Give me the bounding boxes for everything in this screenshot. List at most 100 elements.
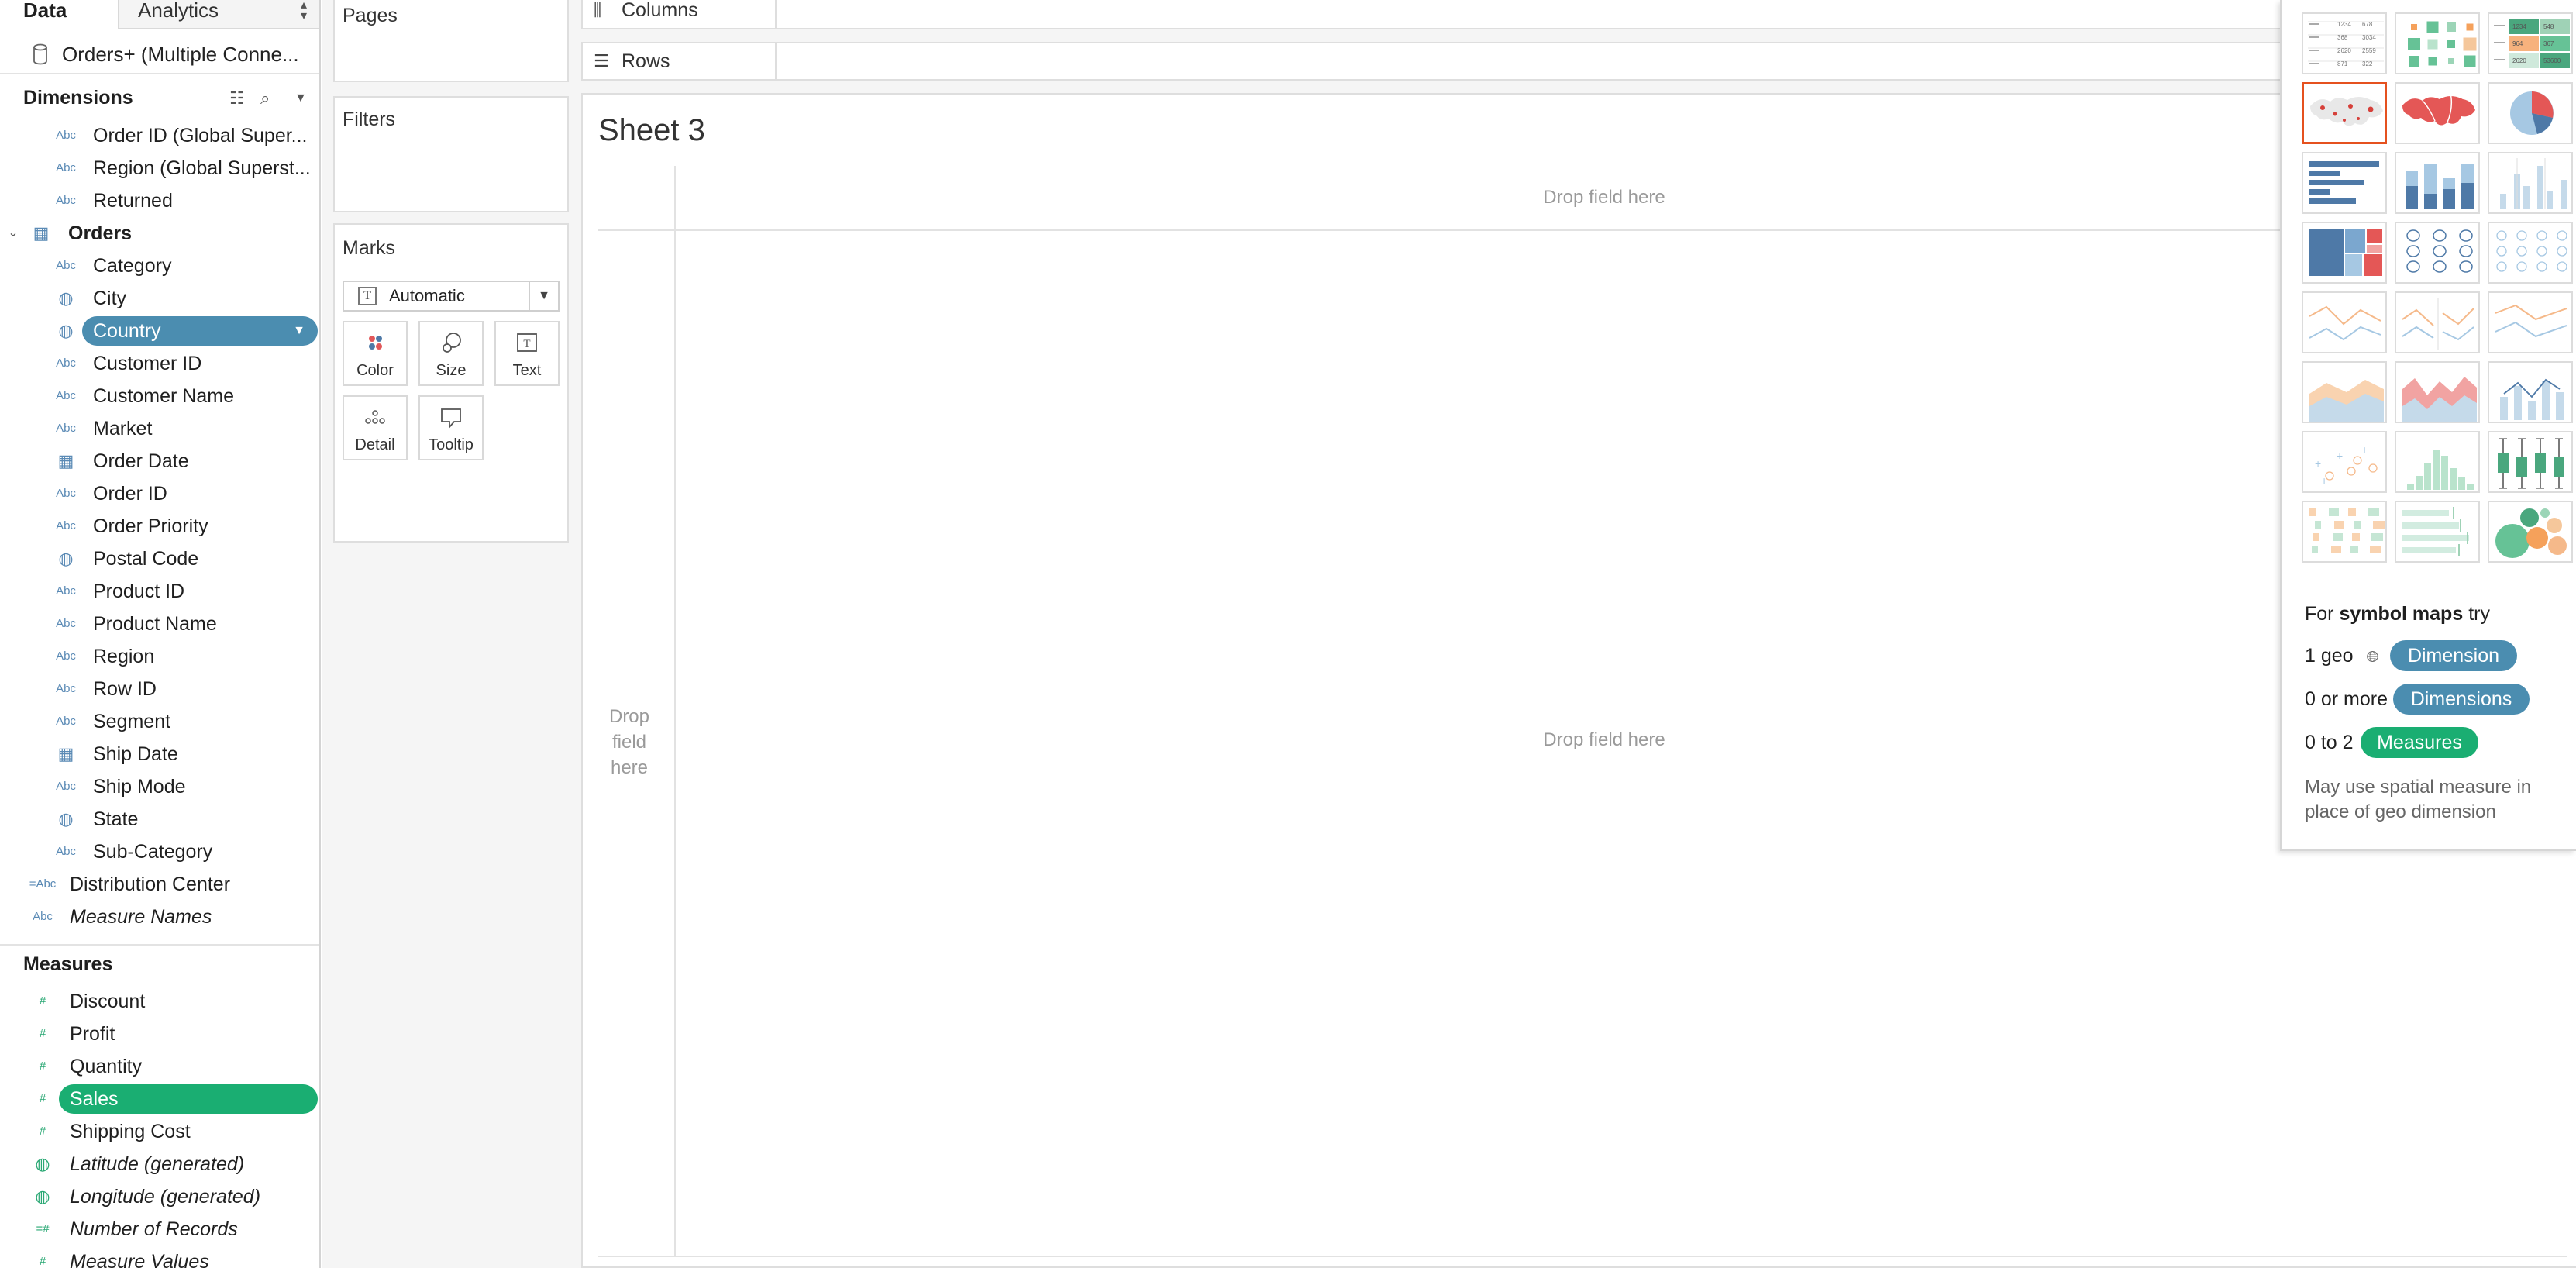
- side-by-side-circles-icon: [2496, 230, 2567, 272]
- requirement-geo-label: 1 geo: [2305, 645, 2354, 667]
- field-row-id[interactable]: Abc Row ID: [0, 673, 319, 705]
- field-ship-mode[interactable]: Abc Ship Mode: [0, 770, 319, 803]
- lines-continuous-thumb[interactable]: [2302, 291, 2387, 353]
- pie-chart-icon: [2510, 91, 2554, 135]
- data-source-connection[interactable]: Orders+ (Multiple Conne...: [0, 34, 319, 74]
- field-order-id-global-super[interactable]: Abc Order ID (Global Super...: [0, 119, 319, 152]
- box-and-whisker-thumb[interactable]: [2488, 431, 2573, 493]
- box-and-whisker-icon: [2498, 438, 2564, 489]
- field-sales[interactable]: # Sales: [0, 1083, 319, 1115]
- highlight-table-thumb[interactable]: 1234 548 964 367 2620 53600: [2488, 12, 2573, 74]
- field-distribution-center[interactable]: =Abc Distribution Center: [0, 868, 319, 901]
- scatter-plot-thumb[interactable]: + + + +: [2302, 431, 2387, 493]
- field-orders[interactable]: ⌄ ▦ Orders: [0, 217, 319, 250]
- field-label: Shipping Cost: [70, 1121, 191, 1142]
- field-order-date[interactable]: ▦ Order Date: [0, 445, 319, 477]
- string-type-icon: Abc: [33, 910, 53, 923]
- pie-chart-thumb[interactable]: [2488, 82, 2573, 144]
- size-button[interactable]: Size: [418, 321, 484, 386]
- field-label: Number of Records: [70, 1218, 238, 1240]
- highlight-table-icon: 1234 548 964 367 2620 53600: [2494, 19, 2570, 68]
- filled-map-thumb[interactable]: [2395, 82, 2480, 144]
- svg-text:T: T: [523, 338, 530, 350]
- treemap-thumb[interactable]: [2302, 222, 2387, 284]
- packed-bubbles-thumb[interactable]: [2488, 501, 2573, 563]
- field-region-global-superst[interactable]: Abc Region (Global Superst...: [0, 152, 319, 184]
- stacked-bars-thumb[interactable]: [2395, 152, 2480, 214]
- drop-zone-rows[interactable]: Drop field here: [598, 704, 660, 780]
- symbol-map-thumb[interactable]: [2302, 82, 2387, 144]
- number-type-icon: #: [39, 1255, 46, 1268]
- sheet-title[interactable]: Sheet 3: [598, 113, 705, 148]
- number-type-icon: #: [39, 1092, 46, 1105]
- field-customer-id[interactable]: Abc Customer ID: [0, 347, 319, 380]
- field-latitude-generated[interactable]: ◍ Latitude (generated): [0, 1148, 319, 1180]
- string-type-icon: Abc: [56, 584, 76, 598]
- field-returned[interactable]: Abc Returned: [0, 184, 319, 217]
- drop-zone-center[interactable]: Drop field here: [1465, 727, 1744, 753]
- chevron-down-icon[interactable]: ▼: [293, 315, 305, 347]
- field-country[interactable]: ◍ Country ▼: [0, 315, 319, 347]
- field-profit[interactable]: # Profit: [0, 1018, 319, 1050]
- area-discrete-thumb[interactable]: [2395, 361, 2480, 423]
- globe-icon: ◍: [58, 809, 74, 829]
- field-longitude-generated[interactable]: ◍ Longitude (generated): [0, 1180, 319, 1213]
- field-region[interactable]: Abc Region: [0, 640, 319, 673]
- filters-title: Filters: [343, 109, 396, 130]
- show-me-note: May use spatial measure in place of geo …: [2305, 777, 2532, 822]
- heat-map-thumb[interactable]: [2395, 12, 2480, 74]
- dimensions-pill: Dimensions: [2393, 684, 2530, 715]
- rows-shelf[interactable]: ☰ Rows: [581, 42, 2576, 81]
- histogram-thumb[interactable]: [2395, 431, 2480, 493]
- field-ship-date[interactable]: ▦ Ship Date: [0, 738, 319, 770]
- field-order-id[interactable]: Abc Order ID: [0, 477, 319, 510]
- field-category[interactable]: Abc Category: [0, 250, 319, 282]
- drop-zone-columns[interactable]: Drop field here: [1465, 184, 1744, 210]
- chevron-down-icon[interactable]: ▼: [294, 91, 307, 105]
- field-order-priority[interactable]: Abc Order Priority: [0, 510, 319, 543]
- field-sub-category[interactable]: Abc Sub-Category: [0, 836, 319, 868]
- horizontal-bars-thumb[interactable]: [2302, 152, 2387, 214]
- dual-combination-thumb[interactable]: [2488, 361, 2573, 423]
- columns-icon: ⫼: [594, 0, 602, 19]
- search-icon[interactable]: ⌕: [260, 88, 270, 109]
- gantt-chart-thumb[interactable]: [2302, 501, 2387, 563]
- detail-button[interactable]: Detail: [343, 395, 408, 460]
- pages-shelf[interactable]: Pages: [333, 0, 569, 82]
- dual-lines-icon: [2495, 304, 2567, 338]
- field-product-name[interactable]: Abc Product Name: [0, 608, 319, 640]
- filters-shelf[interactable]: Filters: [333, 96, 569, 212]
- color-button[interactable]: Color: [343, 321, 408, 386]
- field-postal-code[interactable]: ◍ Postal Code: [0, 543, 319, 575]
- field-customer-name[interactable]: Abc Customer Name: [0, 380, 319, 412]
- dual-lines-thumb[interactable]: [2488, 291, 2573, 353]
- area-continuous-thumb[interactable]: [2302, 361, 2387, 423]
- tab-analytics[interactable]: Analytics ▴ ▾: [118, 0, 319, 29]
- field-discount[interactable]: # Discount: [0, 985, 319, 1018]
- field-segment[interactable]: Abc Segment: [0, 705, 319, 738]
- field-measure-values[interactable]: # Measure Values: [0, 1246, 319, 1268]
- lines-discrete-thumb[interactable]: [2395, 291, 2480, 353]
- size-label: Size: [436, 362, 467, 379]
- field-measure-names[interactable]: Abc Measure Names: [0, 901, 319, 933]
- tooltip-button[interactable]: Tooltip: [418, 395, 484, 460]
- field-quantity[interactable]: # Quantity: [0, 1050, 319, 1083]
- text-table-thumb[interactable]: 1234 678 368 3034 2620 2559 871 322: [2302, 12, 2387, 74]
- field-market[interactable]: Abc Market: [0, 412, 319, 445]
- color-palette-icon: [369, 336, 382, 350]
- field-state[interactable]: ◍ State: [0, 803, 319, 836]
- side-by-side-bars-thumb[interactable]: [2488, 152, 2573, 214]
- tab-data[interactable]: Data: [0, 0, 118, 29]
- field-shipping-cost[interactable]: # Shipping Cost: [0, 1115, 319, 1148]
- circle-views-thumb[interactable]: [2395, 222, 2480, 284]
- field-number-of-records[interactable]: =# Number of Records: [0, 1213, 319, 1246]
- side-by-side-circles-thumb[interactable]: [2488, 222, 2573, 284]
- bullet-graph-icon: [2402, 507, 2469, 556]
- field-product-id[interactable]: Abc Product ID: [0, 575, 319, 608]
- bullet-graph-thumb[interactable]: [2395, 501, 2480, 563]
- text-button[interactable]: T Text: [494, 321, 560, 386]
- field-city[interactable]: ◍ City: [0, 282, 319, 315]
- view-as-list-icon[interactable]: ☷: [229, 88, 245, 109]
- columns-shelf[interactable]: ⫼ Columns: [581, 0, 2576, 29]
- mark-type-select[interactable]: T Automatic ▼: [343, 281, 560, 312]
